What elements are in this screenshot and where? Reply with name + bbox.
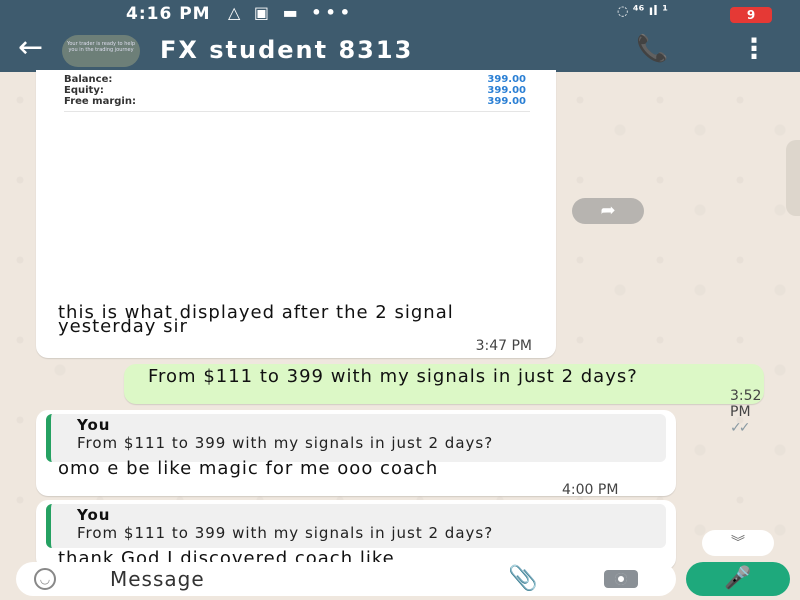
message-time: 4:00 PM bbox=[562, 482, 619, 498]
account-value: 399.00 bbox=[487, 74, 526, 85]
message-input[interactable]: Message bbox=[110, 567, 205, 591]
quoted-message[interactable]: You From $111 to 399 with my signals in … bbox=[46, 414, 666, 462]
double-chevron-down-icon[interactable]: ︾ bbox=[702, 530, 774, 556]
contact-name[interactable]: FX student 8313 bbox=[160, 36, 413, 64]
account-summary: Balance: 399.00 Equity: 399.00 Free marg… bbox=[64, 74, 530, 112]
message-caption: this is what displayed after the 2 signa… bbox=[58, 302, 454, 337]
paperclip-icon[interactable]: 📎 bbox=[508, 564, 538, 592]
battery-icon: 9 bbox=[730, 7, 772, 23]
quoted-message[interactable]: You From $111 to 399 with my signals in … bbox=[46, 504, 666, 548]
message-time-label: 3:52 PM bbox=[730, 388, 762, 420]
microphone-icon[interactable]: 🎤 bbox=[686, 562, 790, 596]
outgoing-message[interactable]: From $111 to 399 with my signals in just… bbox=[124, 364, 764, 436]
account-label: Balance: bbox=[64, 74, 113, 85]
message-time: 3:47 PM bbox=[475, 338, 532, 354]
account-row: Balance: 399.00 bbox=[64, 74, 530, 85]
account-label: Equity: bbox=[64, 85, 104, 96]
quote-text: From $111 to 399 with my signals in just… bbox=[77, 524, 494, 542]
account-row: Equity: 399.00 bbox=[64, 85, 530, 96]
quote-author: You bbox=[77, 506, 111, 524]
add-call-icon[interactable]: 📞 bbox=[636, 34, 668, 64]
read-receipt-icon: ✓✓ bbox=[730, 420, 751, 436]
account-value: 399.00 bbox=[487, 96, 526, 107]
signal-icons: ◌ ⁴⁶ ıl ¹ bbox=[617, 4, 668, 19]
incoming-message[interactable]: You From $111 to 399 with my signals in … bbox=[36, 500, 676, 570]
more-vert-icon[interactable]: ⋮ bbox=[740, 32, 768, 65]
incoming-message[interactable]: You From $111 to 399 with my signals in … bbox=[36, 410, 676, 498]
status-bar: 4:16 PM △ ▣ ▬ ••• ◌ ⁴⁶ ıl ¹ 9 bbox=[0, 0, 800, 30]
account-row: Free margin: 399.00 bbox=[64, 96, 530, 107]
camera-icon[interactable] bbox=[604, 570, 638, 588]
app-bar: ← Your trader is ready to help you in th… bbox=[0, 30, 800, 72]
back-arrow-icon[interactable]: ← bbox=[18, 33, 43, 63]
quote-text: From $111 to 399 with my signals in just… bbox=[77, 434, 494, 452]
message-input-bar[interactable]: ◡ Message 📎 bbox=[16, 562, 676, 596]
forward-icon[interactable]: ➦ bbox=[572, 198, 644, 224]
message-text: omo e be like magic for me ooo coach bbox=[58, 458, 439, 479]
notification-icons: △ ▣ ▬ ••• bbox=[228, 3, 354, 22]
side-panel-edge bbox=[786, 140, 800, 216]
avatar-caption: Your trader is ready to help you in the … bbox=[66, 41, 136, 53]
quote-author: You bbox=[77, 416, 111, 434]
image-message[interactable]: Balance: 399.00 Equity: 399.00 Free marg… bbox=[36, 70, 556, 358]
account-value: 399.00 bbox=[487, 85, 526, 96]
message-time: 3:52 PM ✓✓ bbox=[730, 388, 764, 436]
emoji-icon[interactable]: ◡ bbox=[34, 568, 56, 590]
account-label: Free margin: bbox=[64, 96, 136, 107]
top-bar: 4:16 PM △ ▣ ▬ ••• ◌ ⁴⁶ ıl ¹ 9 ← Your tra… bbox=[0, 0, 800, 72]
avatar[interactable]: Your trader is ready to help you in the … bbox=[62, 35, 140, 67]
status-time: 4:16 PM bbox=[126, 4, 211, 24]
message-text: From $111 to 399 with my signals in just… bbox=[148, 366, 638, 387]
